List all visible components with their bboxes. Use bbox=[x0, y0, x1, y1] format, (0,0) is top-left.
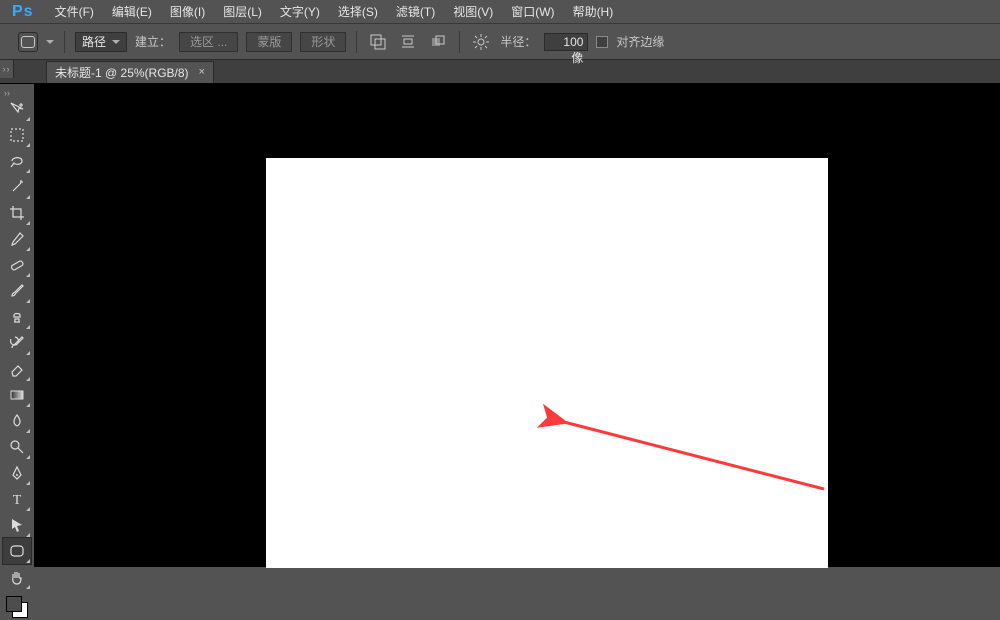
align-edges-label: 对齐边缘 bbox=[616, 33, 664, 50]
app-logo: Ps bbox=[6, 3, 46, 21]
menu-type[interactable]: 文字(Y) bbox=[271, 0, 329, 23]
flyout-indicator-icon bbox=[26, 507, 30, 511]
align-edges-checkbox[interactable] bbox=[596, 36, 608, 48]
build-label: 建立： bbox=[135, 33, 171, 50]
flyout-indicator-icon bbox=[26, 221, 30, 225]
flyout-indicator-icon bbox=[26, 481, 30, 485]
move-tool[interactable] bbox=[3, 96, 31, 122]
menu-help[interactable]: 帮助(H) bbox=[564, 0, 623, 23]
flyout-indicator-icon bbox=[26, 559, 30, 563]
make-mask-button[interactable]: 蒙版 bbox=[246, 32, 292, 52]
path-select-tool[interactable] bbox=[3, 512, 31, 538]
mode-select[interactable]: 路径 bbox=[75, 32, 127, 52]
shape-tool[interactable] bbox=[3, 538, 31, 564]
eyedropper-tool[interactable] bbox=[3, 226, 31, 252]
flyout-indicator-icon bbox=[26, 533, 30, 537]
dodge-tool[interactable] bbox=[3, 434, 31, 460]
flyout-indicator-icon bbox=[26, 429, 30, 433]
brush-tool[interactable] bbox=[3, 278, 31, 304]
flyout-dots-icon: ›› bbox=[3, 64, 11, 74]
crop-tool[interactable] bbox=[3, 200, 31, 226]
stamp-tool[interactable] bbox=[3, 304, 31, 330]
radius-input[interactable]: 100 像 bbox=[544, 33, 588, 51]
chevron-down-icon bbox=[112, 40, 120, 44]
svg-text:T: T bbox=[13, 493, 22, 508]
menu-bar: Ps 文件(F) 编辑(E) 图像(I) 图层(L) 文字(Y) 选择(S) 滤… bbox=[0, 0, 1000, 24]
flyout-indicator-icon bbox=[26, 585, 30, 589]
path-arrange-icon[interactable] bbox=[427, 31, 449, 53]
menu-layer[interactable]: 图层(L) bbox=[214, 0, 271, 23]
menu-file[interactable]: 文件(F) bbox=[46, 0, 103, 23]
history-brush-tool[interactable] bbox=[3, 330, 31, 356]
healing-brush-tool[interactable] bbox=[3, 252, 31, 278]
gear-icon[interactable] bbox=[470, 31, 492, 53]
flyout-indicator-icon bbox=[26, 403, 30, 407]
document-tab-strip: 未标题-1 @ 25%(RGB/8) × bbox=[0, 60, 1000, 84]
flyout-indicator-icon bbox=[26, 351, 30, 355]
pen-tool[interactable] bbox=[3, 460, 31, 486]
gradient-tool[interactable] bbox=[3, 382, 31, 408]
blur-tool[interactable] bbox=[3, 408, 31, 434]
options-bar: 路径 建立： 选区 ... 蒙版 形状 半径： 100 像 对齐边缘 bbox=[0, 24, 1000, 60]
flyout-indicator-icon bbox=[26, 455, 30, 459]
rounded-rectangle-icon bbox=[21, 36, 35, 48]
color-swatches[interactable] bbox=[4, 594, 30, 620]
tool-preset-caret-icon[interactable] bbox=[46, 40, 54, 44]
flyout-indicator-icon bbox=[26, 169, 30, 173]
divider bbox=[356, 31, 357, 53]
mode-select-value: 路径 bbox=[82, 33, 106, 50]
menu-select[interactable]: 选择(S) bbox=[329, 0, 387, 23]
magic-wand-tool[interactable] bbox=[3, 174, 31, 200]
path-operation-icon[interactable] bbox=[367, 31, 389, 53]
panel-flyout-tab[interactable]: ›› bbox=[0, 60, 14, 78]
make-shape-button[interactable]: 形状 bbox=[300, 32, 346, 52]
eraser-tool[interactable] bbox=[3, 356, 31, 382]
canvas[interactable] bbox=[266, 158, 828, 568]
menu-view[interactable]: 视图(V) bbox=[444, 0, 502, 23]
flyout-indicator-icon bbox=[26, 299, 30, 303]
marquee-tool[interactable] bbox=[3, 122, 31, 148]
document-tab-title: 未标题-1 @ 25%(RGB/8) bbox=[55, 64, 189, 81]
flyout-indicator-icon bbox=[26, 377, 30, 381]
close-tab-icon[interactable]: × bbox=[199, 66, 205, 78]
document-viewport[interactable] bbox=[34, 84, 1000, 567]
hand-tool[interactable] bbox=[3, 564, 31, 590]
toolbox: ›› T bbox=[0, 84, 34, 620]
flyout-indicator-icon bbox=[26, 195, 30, 199]
lasso-tool[interactable] bbox=[3, 148, 31, 174]
flyout-indicator-icon bbox=[26, 117, 30, 121]
flyout-indicator-icon bbox=[26, 325, 30, 329]
document-tab[interactable]: 未标题-1 @ 25%(RGB/8) × bbox=[46, 61, 214, 83]
flyout-indicator-icon bbox=[26, 273, 30, 277]
divider bbox=[459, 31, 460, 53]
flyout-indicator-icon bbox=[26, 247, 30, 251]
flyout-indicator-icon bbox=[26, 143, 30, 147]
active-tool-swatch[interactable] bbox=[18, 32, 38, 52]
radius-label: 半径： bbox=[500, 33, 536, 50]
toolbox-handle[interactable]: ›› bbox=[0, 88, 34, 96]
menu-window[interactable]: 窗口(W) bbox=[502, 0, 563, 23]
path-align-icon[interactable] bbox=[397, 31, 419, 53]
make-selection-button[interactable]: 选区 ... bbox=[179, 32, 238, 52]
menu-edit[interactable]: 编辑(E) bbox=[103, 0, 161, 23]
type-tool[interactable]: T bbox=[3, 486, 31, 512]
menu-image[interactable]: 图像(I) bbox=[161, 0, 214, 23]
foreground-color-swatch[interactable] bbox=[6, 596, 22, 612]
menu-filter[interactable]: 滤镜(T) bbox=[387, 0, 444, 23]
divider bbox=[64, 31, 65, 53]
